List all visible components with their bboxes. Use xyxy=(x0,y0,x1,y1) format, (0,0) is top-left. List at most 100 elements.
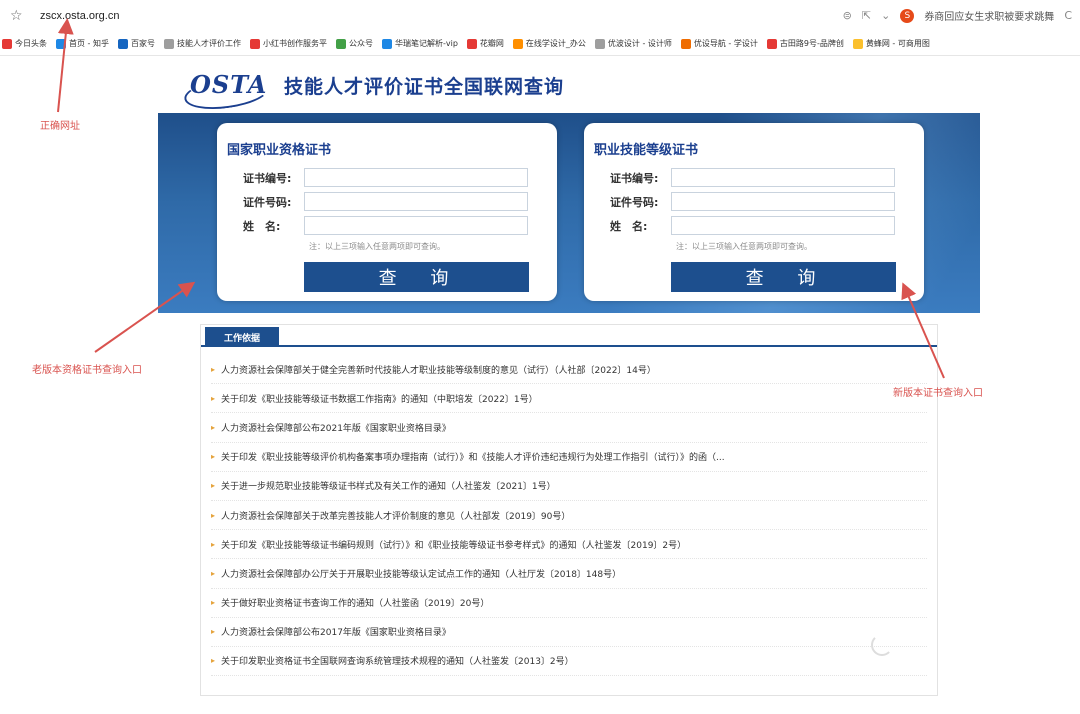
bookmark-star-icon[interactable]: ☆ xyxy=(10,8,23,24)
cert-number-label: 证书编号: xyxy=(243,171,292,185)
document-title: 关于印发《职业技能等级评价机构备案事项办理指南（试行）》和《技能人才评价违纪违规… xyxy=(221,453,725,464)
bookmark-favicon-icon xyxy=(766,38,777,49)
reader-icon[interactable]: ⊜ xyxy=(843,9,852,22)
bookmark-item[interactable]: 公众号 xyxy=(335,38,373,49)
document-title: 人力资源社会保障部关于改革完善技能人才评价制度的意见（人社部发〔2019〕90号… xyxy=(221,511,571,522)
bookmark-favicon-icon xyxy=(381,38,392,49)
bookmark-label: 今日头条 xyxy=(15,39,47,48)
annotation-new-entry: 新版本证书查询入口 xyxy=(893,388,983,399)
bookmark-item[interactable]: 华瑞笔记解析-vip xyxy=(381,38,458,49)
old-certificate-card: 国家职业资格证书 证书编号: 证件号码: 姓 名: 注：以上三项输入任意两项即可… xyxy=(217,123,557,301)
bullet-icon: ▸ xyxy=(211,452,216,462)
bullet-icon: ▸ xyxy=(211,598,216,608)
document-link[interactable]: ▸ 人力资源社会保障部关于改革完善技能人才评价制度的意见（人社部发〔2019〕90… xyxy=(211,501,927,531)
bookmark-label: 在线学设计_办公 xyxy=(525,39,586,48)
news-headline[interactable]: 券商回应女生求职被要求跳舞 xyxy=(924,8,1054,23)
bullet-icon: ▸ xyxy=(211,393,216,403)
query-note: 注：以上三项输入任意两项即可查询。 xyxy=(309,242,445,251)
document-link[interactable]: ▸ 人力资源社会保障部公布2017年版《国家职业资格目录》 xyxy=(211,618,927,647)
logo-text: OSTA xyxy=(190,69,268,99)
query-note: 注：以上三项输入任意两项即可查询。 xyxy=(676,242,812,251)
document-title: 关于进一步规范职业技能等级证书样式及有关工作的通知（人社鉴发〔2021〕1号） xyxy=(221,482,556,493)
cert-number-input[interactable] xyxy=(671,168,895,187)
bookmark-item[interactable]: 技能人才评价工作 xyxy=(163,38,241,49)
bookmark-label: 华瑞笔记解析-vip xyxy=(394,39,458,48)
document-link[interactable]: ▸ 关于印发《职业技能等级证书数据工作指南》的通知（中职培发〔2022〕1号） xyxy=(211,384,927,414)
osta-logo[interactable]: OSTA xyxy=(190,66,267,102)
bullet-icon: ▸ xyxy=(211,481,216,491)
bookmark-label: 古田路9号-品牌创 xyxy=(779,39,844,48)
bookmark-favicon-icon xyxy=(852,38,863,49)
share-icon[interactable]: ⇱ xyxy=(862,9,871,22)
new-certificate-card: 职业技能等级证书 证书编号: 证件号码: 姓 名: 注：以上三项输入任意两项即可… xyxy=(584,123,924,301)
document-title: 关于印发《职业技能等级证书数据工作指南》的通知（中职培发〔2022〕1号） xyxy=(221,394,538,405)
bullet-icon: ▸ xyxy=(211,568,216,578)
bookmark-item[interactable]: 古田路9号-品牌创 xyxy=(766,38,844,49)
name-row: 姓 名: xyxy=(243,216,528,235)
document-title: 人力资源社会保障部公布2021年版《国家职业资格目录》 xyxy=(221,423,451,434)
bookmark-item[interactable]: 在线学设计_办公 xyxy=(512,38,586,49)
document-title: 人力资源社会保障部办公厅关于开展职业技能等级认定试点工作的通知（人社厅发〔201… xyxy=(221,569,622,580)
document-link[interactable]: ▸ 关于印发《职业技能等级评价机构备案事项办理指南（试行）》和《技能人才评价违纪违… xyxy=(211,443,927,472)
bookmark-item[interactable]: 小红书创作服务平 xyxy=(249,38,327,49)
bookmark-label: 黄蜂网 - 可商用图 xyxy=(865,39,930,48)
refresh-icon[interactable]: C xyxy=(1064,9,1072,22)
document-title: 关于印发《职业技能等级证书编码规则（试行）》和《职业技能等级证书参考样式》的通知… xyxy=(221,540,687,551)
id-number-label: 证件号码: xyxy=(610,195,659,209)
name-input[interactable] xyxy=(671,216,895,235)
document-link[interactable]: ▸ 人力资源社会保障部公布2021年版《国家职业资格目录》 xyxy=(211,413,927,443)
tab-work-basis[interactable]: 工作依据 xyxy=(205,327,279,347)
bookmark-item[interactable]: 优波设计 - 设计师 xyxy=(594,38,672,49)
document-link[interactable]: ▸ 关于印发职业资格证书全国联网查询系统管理技术规程的通知（人社鉴发〔2013〕2… xyxy=(211,647,927,677)
document-title: 人力资源社会保障部公布2017年版《国家职业资格目录》 xyxy=(221,628,451,639)
bullet-icon: ▸ xyxy=(211,656,216,666)
document-link[interactable]: ▸ 关于进一步规范职业技能等级证书样式及有关工作的通知（人社鉴发〔2021〕1号） xyxy=(211,472,927,501)
document-link[interactable]: ▸ 关于印发《职业技能等级证书编码规则（试行）》和《职业技能等级证书参考样式》的通… xyxy=(211,530,927,560)
bookmark-label: 技能人才评价工作 xyxy=(176,39,241,48)
bookmark-favicon-icon xyxy=(680,38,691,49)
bookmark-item[interactable]: 百家号 xyxy=(117,38,155,49)
bookmark-item[interactable]: 黄蜂网 - 可商用图 xyxy=(852,38,930,49)
document-link[interactable]: ▸ 人力资源社会保障部办公厅关于开展职业技能等级认定试点工作的通知（人社厅发〔20… xyxy=(211,559,927,589)
page-title: 技能人才评价证书全国联网查询 xyxy=(284,76,565,98)
bookmark-favicon-icon xyxy=(594,38,605,49)
bookmark-label: 百家号 xyxy=(130,39,155,48)
bookmark-item[interactable]: 今日头条 xyxy=(2,38,47,49)
bookmark-favicon-icon xyxy=(249,38,260,49)
cert-number-input[interactable] xyxy=(304,168,528,187)
work-basis-panel: 工作依据 ▸ 人力资源社会保障部关于健全完善新时代技能人才职业技能等级制度的意见（… xyxy=(200,324,938,696)
bookmark-item[interactable]: 花瓣网 xyxy=(466,38,504,49)
bookmark-favicon-icon xyxy=(512,38,523,49)
document-link[interactable]: ▸ 关于做好职业资格证书查询工作的通知（人社鉴函〔2019〕20号） xyxy=(211,589,927,618)
address-bar-tools: ⊜ ⇱ ⌄ S 券商回应女生求职被要求跳舞 C xyxy=(843,8,1072,23)
id-number-input[interactable] xyxy=(671,192,895,211)
news-icon: S xyxy=(900,8,915,23)
cert-number-label: 证书编号: xyxy=(610,171,659,185)
bookmark-item[interactable]: 首页 - 知乎 xyxy=(56,38,109,49)
new-query-button[interactable]: 查 询 xyxy=(671,262,896,292)
annotation-correct-url: 正确网址 xyxy=(40,121,80,132)
name-input[interactable] xyxy=(304,216,528,235)
chevron-down-icon[interactable]: ⌄ xyxy=(881,9,890,22)
name-label: 姓 名: xyxy=(610,219,648,233)
url-text[interactable]: zscx.osta.org.cn xyxy=(40,10,119,22)
id-number-input[interactable] xyxy=(304,192,528,211)
bookmark-label: 首页 - 知乎 xyxy=(69,39,109,48)
old-query-button[interactable]: 查 询 xyxy=(304,262,529,292)
document-list: ▸ 人力资源社会保障部关于健全完善新时代技能人才职业技能等级制度的意见（试行）（人… xyxy=(211,355,927,677)
bookmark-item[interactable]: 优设导航 - 学设计 xyxy=(680,38,758,49)
bookmark-label: 优设导航 - 学设计 xyxy=(693,39,758,48)
id-number-row: 证件号码: xyxy=(610,192,895,211)
bookmark-favicon-icon xyxy=(466,38,477,49)
bullet-icon: ▸ xyxy=(211,510,216,520)
cert-number-row: 证书编号: xyxy=(610,168,895,187)
name-row: 姓 名: xyxy=(610,216,895,235)
document-link[interactable]: ▸ 人力资源社会保障部关于健全完善新时代技能人才职业技能等级制度的意见（试行）（人… xyxy=(211,355,927,385)
id-number-row: 证件号码: xyxy=(243,192,528,211)
cert-number-row: 证书编号: xyxy=(243,168,528,187)
bookmark-favicon-icon xyxy=(163,38,174,49)
card-title: 职业技能等级证书 xyxy=(594,143,699,158)
browser-address-bar: ☆ zscx.osta.org.cn ⊜ ⇱ ⌄ S 券商回应女生求职被要求跳舞… xyxy=(0,0,1080,32)
bookmark-favicon-icon xyxy=(117,38,128,49)
bookmark-label: 花瓣网 xyxy=(479,39,504,48)
